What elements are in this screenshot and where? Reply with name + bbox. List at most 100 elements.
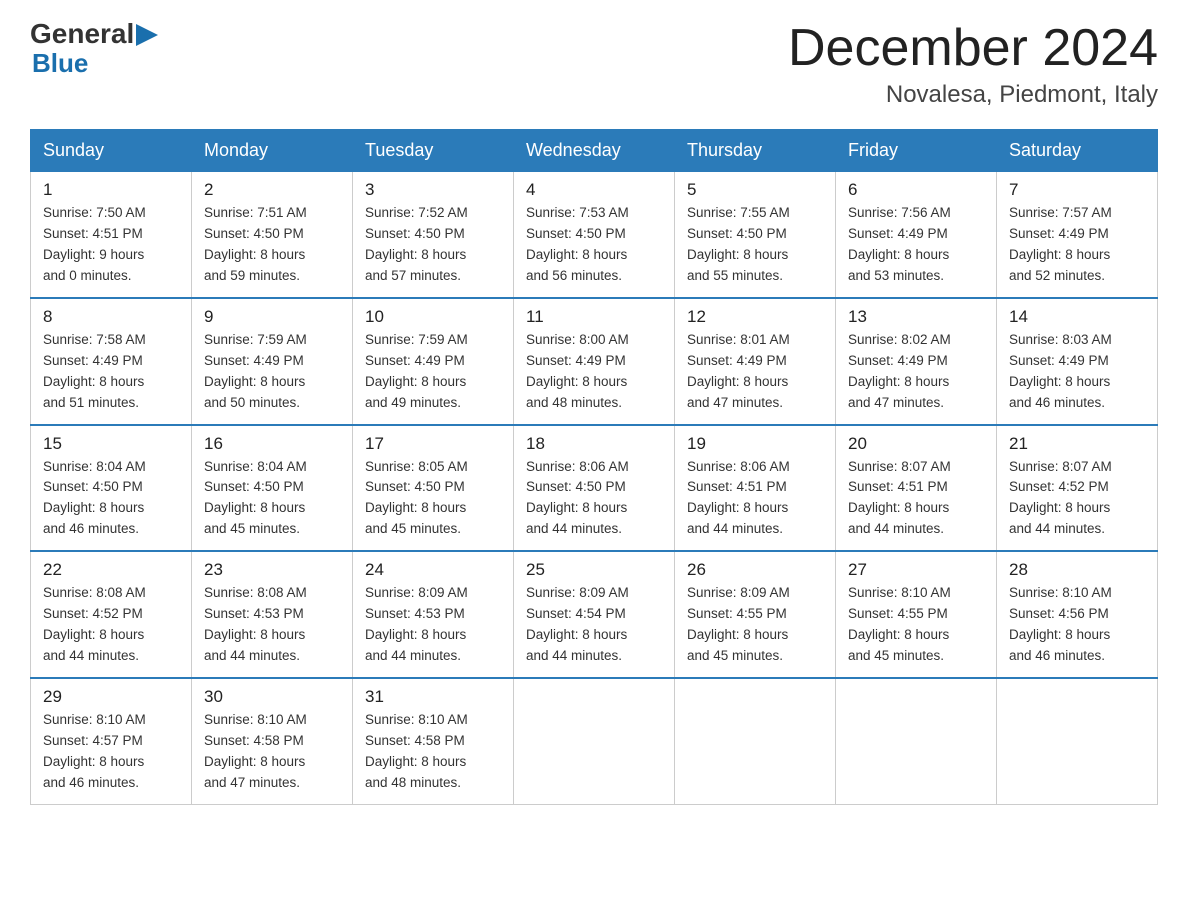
calendar-table: SundayMondayTuesdayWednesdayThursdayFrid… — [30, 129, 1158, 804]
day-cell — [675, 678, 836, 804]
location-title: Novalesa, Piedmont, Italy — [788, 81, 1158, 109]
day-number: 20 — [848, 434, 984, 454]
week-row-1: 1 Sunrise: 7:50 AMSunset: 4:51 PMDayligh… — [31, 172, 1158, 298]
day-cell: 6 Sunrise: 7:56 AMSunset: 4:49 PMDayligh… — [836, 172, 997, 298]
day-info: Sunrise: 8:10 AMSunset: 4:55 PMDaylight:… — [848, 583, 984, 667]
header-row: SundayMondayTuesdayWednesdayThursdayFrid… — [31, 130, 1158, 172]
day-number: 7 — [1009, 180, 1145, 200]
day-cell: 21 Sunrise: 8:07 AMSunset: 4:52 PMDaylig… — [997, 425, 1158, 552]
day-info: Sunrise: 8:04 AMSunset: 4:50 PMDaylight:… — [43, 457, 179, 541]
day-cell: 20 Sunrise: 8:07 AMSunset: 4:51 PMDaylig… — [836, 425, 997, 552]
day-number: 28 — [1009, 560, 1145, 580]
day-cell — [997, 678, 1158, 804]
day-number: 26 — [687, 560, 823, 580]
day-number: 31 — [365, 687, 501, 707]
week-row-3: 15 Sunrise: 8:04 AMSunset: 4:50 PMDaylig… — [31, 425, 1158, 552]
day-info: Sunrise: 8:08 AMSunset: 4:53 PMDaylight:… — [204, 583, 340, 667]
day-number: 13 — [848, 307, 984, 327]
day-number: 8 — [43, 307, 179, 327]
week-row-2: 8 Sunrise: 7:58 AMSunset: 4:49 PMDayligh… — [31, 298, 1158, 425]
day-info: Sunrise: 8:07 AMSunset: 4:52 PMDaylight:… — [1009, 457, 1145, 541]
day-header-sunday: Sunday — [31, 130, 192, 172]
day-info: Sunrise: 8:03 AMSunset: 4:49 PMDaylight:… — [1009, 330, 1145, 414]
day-info: Sunrise: 7:55 AMSunset: 4:50 PMDaylight:… — [687, 203, 823, 287]
day-info: Sunrise: 8:10 AMSunset: 4:58 PMDaylight:… — [365, 710, 501, 794]
day-cell: 12 Sunrise: 8:01 AMSunset: 4:49 PMDaylig… — [675, 298, 836, 425]
day-cell: 14 Sunrise: 8:03 AMSunset: 4:49 PMDaylig… — [997, 298, 1158, 425]
day-info: Sunrise: 8:06 AMSunset: 4:50 PMDaylight:… — [526, 457, 662, 541]
day-info: Sunrise: 7:59 AMSunset: 4:49 PMDaylight:… — [204, 330, 340, 414]
day-info: Sunrise: 7:57 AMSunset: 4:49 PMDaylight:… — [1009, 203, 1145, 287]
day-number: 29 — [43, 687, 179, 707]
day-info: Sunrise: 7:59 AMSunset: 4:49 PMDaylight:… — [365, 330, 501, 414]
day-cell: 28 Sunrise: 8:10 AMSunset: 4:56 PMDaylig… — [997, 551, 1158, 678]
day-info: Sunrise: 7:50 AMSunset: 4:51 PMDaylight:… — [43, 203, 179, 287]
month-title: December 2024 — [788, 20, 1158, 77]
day-number: 11 — [526, 307, 662, 327]
logo-blue: Blue — [32, 48, 158, 79]
day-cell: 10 Sunrise: 7:59 AMSunset: 4:49 PMDaylig… — [353, 298, 514, 425]
day-cell: 26 Sunrise: 8:09 AMSunset: 4:55 PMDaylig… — [675, 551, 836, 678]
day-number: 27 — [848, 560, 984, 580]
day-info: Sunrise: 8:10 AMSunset: 4:56 PMDaylight:… — [1009, 583, 1145, 667]
day-number: 30 — [204, 687, 340, 707]
day-cell: 27 Sunrise: 8:10 AMSunset: 4:55 PMDaylig… — [836, 551, 997, 678]
day-cell: 5 Sunrise: 7:55 AMSunset: 4:50 PMDayligh… — [675, 172, 836, 298]
day-cell: 13 Sunrise: 8:02 AMSunset: 4:49 PMDaylig… — [836, 298, 997, 425]
day-cell: 22 Sunrise: 8:08 AMSunset: 4:52 PMDaylig… — [31, 551, 192, 678]
day-header-wednesday: Wednesday — [514, 130, 675, 172]
day-number: 23 — [204, 560, 340, 580]
day-cell: 4 Sunrise: 7:53 AMSunset: 4:50 PMDayligh… — [514, 172, 675, 298]
day-info: Sunrise: 8:09 AMSunset: 4:55 PMDaylight:… — [687, 583, 823, 667]
week-row-5: 29 Sunrise: 8:10 AMSunset: 4:57 PMDaylig… — [31, 678, 1158, 804]
day-cell: 7 Sunrise: 7:57 AMSunset: 4:49 PMDayligh… — [997, 172, 1158, 298]
day-number: 12 — [687, 307, 823, 327]
week-row-4: 22 Sunrise: 8:08 AMSunset: 4:52 PMDaylig… — [31, 551, 1158, 678]
day-number: 6 — [848, 180, 984, 200]
day-info: Sunrise: 8:00 AMSunset: 4:49 PMDaylight:… — [526, 330, 662, 414]
day-info: Sunrise: 8:08 AMSunset: 4:52 PMDaylight:… — [43, 583, 179, 667]
day-cell: 23 Sunrise: 8:08 AMSunset: 4:53 PMDaylig… — [192, 551, 353, 678]
day-number: 21 — [1009, 434, 1145, 454]
day-cell: 8 Sunrise: 7:58 AMSunset: 4:49 PMDayligh… — [31, 298, 192, 425]
day-number: 16 — [204, 434, 340, 454]
day-number: 18 — [526, 434, 662, 454]
day-number: 15 — [43, 434, 179, 454]
day-number: 1 — [43, 180, 179, 200]
day-cell: 19 Sunrise: 8:06 AMSunset: 4:51 PMDaylig… — [675, 425, 836, 552]
day-number: 22 — [43, 560, 179, 580]
day-info: Sunrise: 8:10 AMSunset: 4:58 PMDaylight:… — [204, 710, 340, 794]
day-cell: 11 Sunrise: 8:00 AMSunset: 4:49 PMDaylig… — [514, 298, 675, 425]
day-info: Sunrise: 7:53 AMSunset: 4:50 PMDaylight:… — [526, 203, 662, 287]
logo-arrow-icon — [136, 24, 158, 46]
title-block: December 2024 Novalesa, Piedmont, Italy — [788, 20, 1158, 109]
day-info: Sunrise: 7:56 AMSunset: 4:49 PMDaylight:… — [848, 203, 984, 287]
day-cell: 31 Sunrise: 8:10 AMSunset: 4:58 PMDaylig… — [353, 678, 514, 804]
day-number: 17 — [365, 434, 501, 454]
day-info: Sunrise: 8:06 AMSunset: 4:51 PMDaylight:… — [687, 457, 823, 541]
day-header-friday: Friday — [836, 130, 997, 172]
day-header-tuesday: Tuesday — [353, 130, 514, 172]
day-cell: 18 Sunrise: 8:06 AMSunset: 4:50 PMDaylig… — [514, 425, 675, 552]
day-info: Sunrise: 8:07 AMSunset: 4:51 PMDaylight:… — [848, 457, 984, 541]
day-number: 14 — [1009, 307, 1145, 327]
day-cell: 2 Sunrise: 7:51 AMSunset: 4:50 PMDayligh… — [192, 172, 353, 298]
day-info: Sunrise: 7:52 AMSunset: 4:50 PMDaylight:… — [365, 203, 501, 287]
day-number: 24 — [365, 560, 501, 580]
page-header: General Blue December 2024 Novalesa, Pie… — [30, 20, 1158, 109]
day-header-monday: Monday — [192, 130, 353, 172]
logo-general: General — [30, 20, 134, 48]
day-cell: 30 Sunrise: 8:10 AMSunset: 4:58 PMDaylig… — [192, 678, 353, 804]
day-header-thursday: Thursday — [675, 130, 836, 172]
day-info: Sunrise: 8:04 AMSunset: 4:50 PMDaylight:… — [204, 457, 340, 541]
day-cell: 16 Sunrise: 8:04 AMSunset: 4:50 PMDaylig… — [192, 425, 353, 552]
day-cell — [836, 678, 997, 804]
day-cell: 24 Sunrise: 8:09 AMSunset: 4:53 PMDaylig… — [353, 551, 514, 678]
day-cell — [514, 678, 675, 804]
day-info: Sunrise: 7:51 AMSunset: 4:50 PMDaylight:… — [204, 203, 340, 287]
day-number: 9 — [204, 307, 340, 327]
day-number: 19 — [687, 434, 823, 454]
day-cell: 17 Sunrise: 8:05 AMSunset: 4:50 PMDaylig… — [353, 425, 514, 552]
day-number: 3 — [365, 180, 501, 200]
day-cell: 1 Sunrise: 7:50 AMSunset: 4:51 PMDayligh… — [31, 172, 192, 298]
